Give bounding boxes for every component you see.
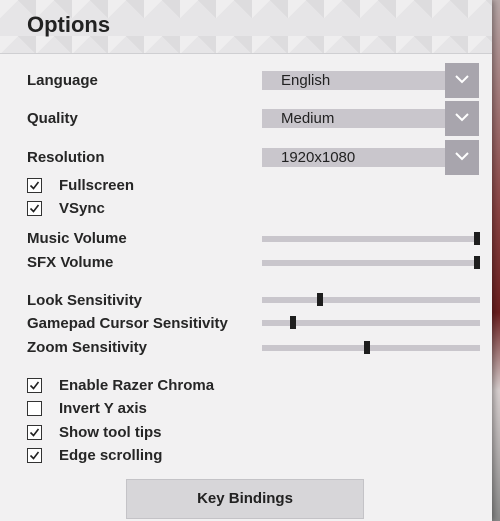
slider-thumb[interactable]	[363, 341, 370, 354]
fullscreen-checkbox[interactable]	[27, 178, 42, 193]
sfx-volume-slider[interactable]	[262, 255, 480, 271]
slider-thumb[interactable]	[474, 232, 480, 245]
language-value: English	[281, 72, 331, 89]
sfx-volume-label: SFX Volume	[27, 254, 114, 271]
options-panel: Options Language English Quality Medium …	[0, 0, 492, 521]
slider-track[interactable]	[262, 345, 480, 351]
music-volume-slider[interactable]	[262, 231, 480, 247]
zoom-sensitivity-label: Zoom Sensitivity	[27, 339, 148, 356]
panel-title: Options	[27, 12, 111, 37]
resolution-label: Resolution	[27, 149, 105, 166]
edge-scrolling-checkbox[interactable]	[27, 448, 42, 463]
razer-chroma-label: Enable Razer Chroma	[59, 377, 215, 394]
gamepad-cursor-sensitivity-label: Gamepad Cursor Sensitivity	[27, 315, 228, 332]
razer-chroma-checkbox[interactable]	[27, 378, 42, 393]
vsync-label: VSync	[59, 200, 105, 217]
invert-y-checkbox[interactable]	[27, 401, 42, 416]
slider-thumb[interactable]	[289, 316, 296, 329]
language-dropdown[interactable]: English	[262, 63, 479, 98]
language-label: Language	[27, 72, 98, 89]
invert-y-label: Invert Y axis	[59, 400, 147, 417]
checkmark-icon	[29, 181, 40, 190]
slider-thumb[interactable]	[474, 256, 480, 269]
tool-tips-checkbox[interactable]	[27, 425, 42, 440]
checkmark-icon	[29, 451, 40, 460]
resolution-field[interactable]: 1920x1080	[262, 148, 445, 167]
language-field[interactable]: English	[262, 71, 445, 90]
checkmark-icon	[29, 381, 40, 390]
music-volume-label: Music Volume	[27, 230, 127, 247]
quality-dropdown-button[interactable]	[445, 101, 479, 136]
checkmark-icon	[29, 204, 40, 213]
vsync-checkbox[interactable]	[27, 201, 42, 216]
quality-field[interactable]: Medium	[262, 109, 445, 128]
resolution-dropdown[interactable]: 1920x1080	[262, 140, 479, 175]
edge-scrolling-label: Edge scrolling	[59, 447, 163, 464]
slider-track[interactable]	[262, 260, 480, 266]
resolution-value: 1920x1080	[281, 149, 356, 166]
zoom-sensitivity-slider[interactable]	[262, 340, 480, 356]
resolution-dropdown-button[interactable]	[445, 140, 479, 175]
chevron-down-icon	[455, 75, 469, 84]
quality-dropdown[interactable]: Medium	[262, 101, 479, 136]
checkmark-icon	[29, 428, 40, 437]
language-dropdown-button[interactable]	[445, 63, 479, 98]
slider-track[interactable]	[262, 236, 480, 242]
quality-value: Medium	[281, 110, 335, 127]
look-sensitivity-label: Look Sensitivity	[27, 292, 143, 309]
chevron-down-icon	[455, 152, 469, 161]
quality-label: Quality	[27, 110, 78, 127]
look-sensitivity-slider[interactable]	[262, 292, 480, 308]
key-bindings-button[interactable]: Key Bindings	[126, 479, 364, 519]
fullscreen-label: Fullscreen	[59, 177, 135, 194]
slider-track[interactable]	[262, 297, 480, 303]
chevron-down-icon	[455, 113, 469, 122]
gamepad-cursor-sensitivity-slider[interactable]	[262, 315, 480, 331]
panel-header: Options	[0, 0, 492, 54]
tool-tips-label: Show tool tips	[59, 424, 162, 441]
slider-thumb[interactable]	[317, 293, 324, 306]
